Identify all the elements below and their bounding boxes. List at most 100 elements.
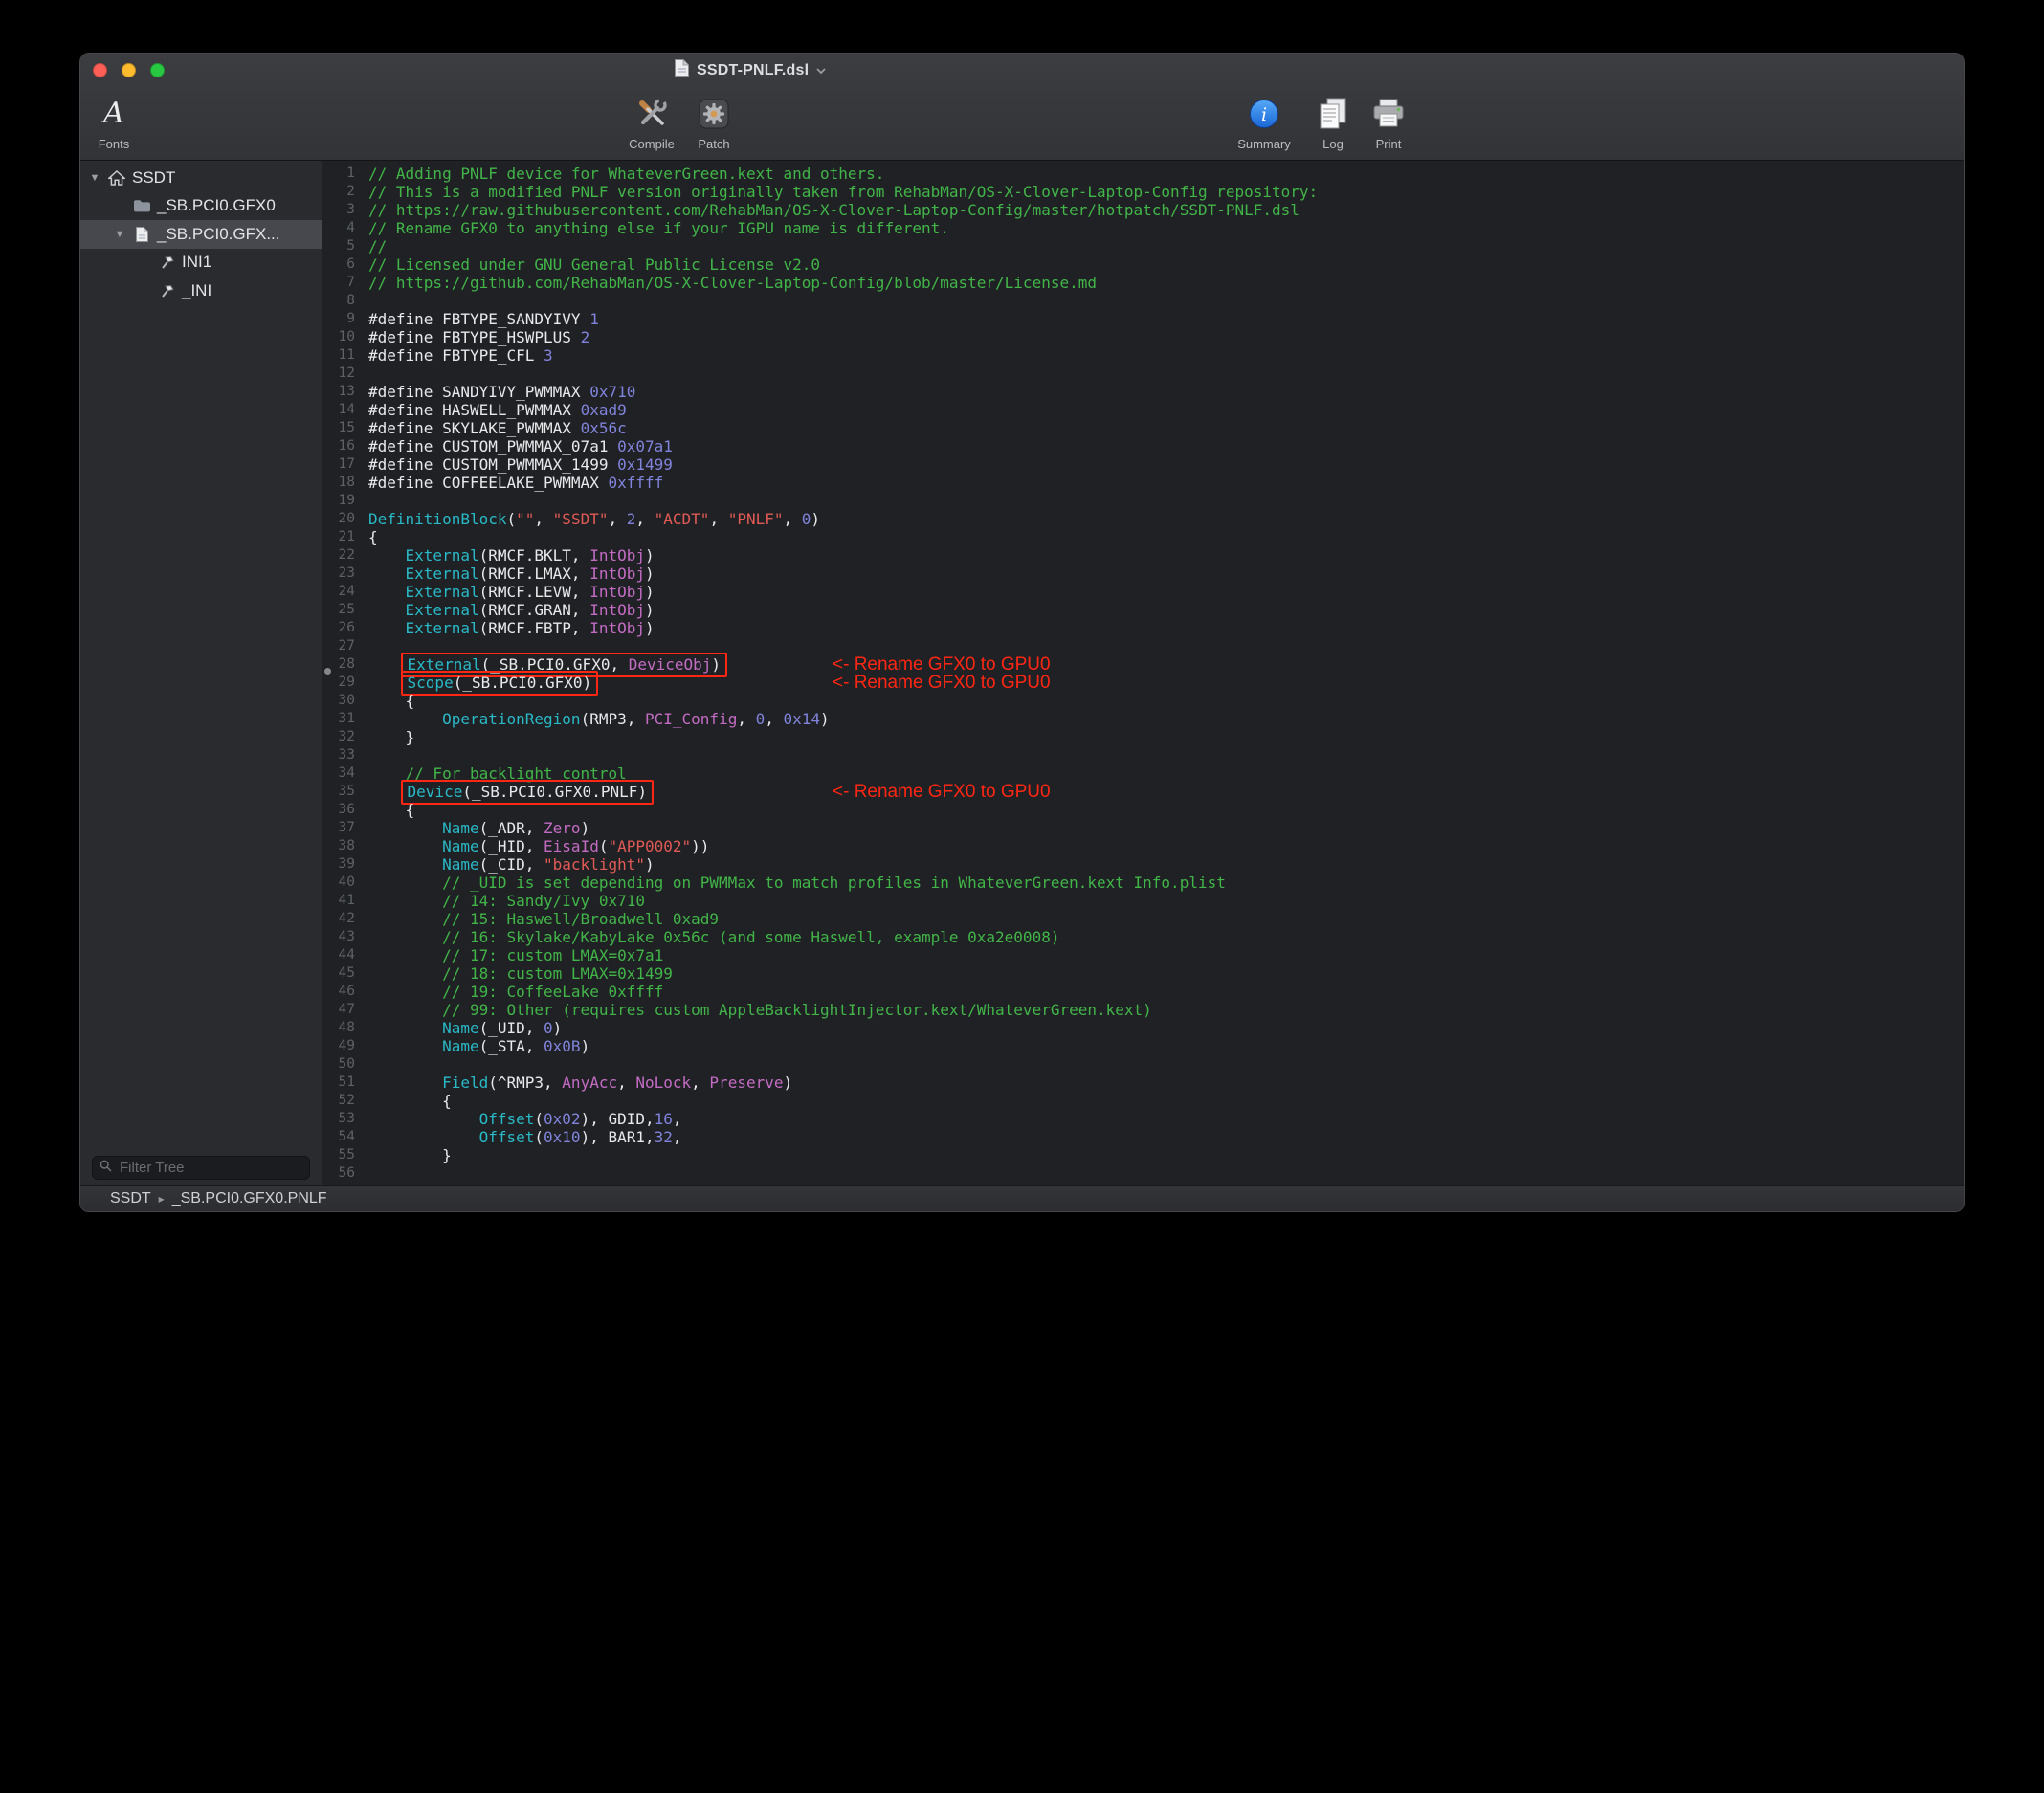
code-line[interactable]: 54 Offset(0x10), BAR1,32, [322, 1128, 1964, 1146]
line-number: 46 [322, 983, 355, 1001]
print-label: Print [1376, 137, 1402, 151]
code-line[interactable]: 31 OperationRegion(RMP3, PCI_Config, 0, … [322, 710, 1964, 728]
fonts-button[interactable]: A Fonts [80, 94, 147, 151]
code-line[interactable]: 13#define SANDYIVY_PWMMAX 0x710 [322, 383, 1964, 401]
code-line[interactable]: 8 [322, 292, 1964, 310]
code-line[interactable]: 18#define COFFEELAKE_PWMMAX 0xffff [322, 474, 1964, 492]
code-line[interactable]: 3// https://raw.githubusercontent.com/Re… [322, 201, 1964, 219]
print-button[interactable]: Print [1355, 94, 1422, 151]
tree-item-ini1[interactable]: INI1 [80, 249, 322, 277]
chevron-down-icon[interactable] [815, 62, 827, 79]
code-line[interactable]: 55 } [322, 1146, 1964, 1164]
line-number: 56 [322, 1164, 355, 1183]
code-line[interactable]: 41 // 14: Sandy/Ivy 0x710 [322, 892, 1964, 910]
tree-item-label: _SB.PCI0.GFX... [157, 225, 280, 244]
code-line[interactable]: 20DefinitionBlock("", "SSDT", 2, "ACDT",… [322, 510, 1964, 528]
code-line[interactable]: 29 Scope(_SB.PCI0.GFX0)<- Rename GFX0 to… [322, 674, 1964, 692]
compile-button[interactable]: Compile [618, 94, 685, 151]
code-line[interactable]: 53 Offset(0x02), GDID,16, [322, 1110, 1964, 1128]
code-line[interactable]: 25 External(RMCF.GRAN, IntObj) [322, 601, 1964, 619]
tree-item-ssdt[interactable]: ▼SSDT [80, 164, 322, 192]
patch-button[interactable]: Patch [680, 94, 747, 151]
code-line[interactable]: 14#define HASWELL_PWMMAX 0xad9 [322, 401, 1964, 419]
red-annotation-text: <- Rename GFX0 to GPU0 [833, 674, 1051, 692]
code-line[interactable]: 7// https://github.com/RehabMan/OS-X-Clo… [322, 274, 1964, 292]
code-line[interactable]: 38 Name(_HID, EisaId("APP0002")) [322, 837, 1964, 855]
code-line[interactable]: 17#define CUSTOM_PWMMAX_1499 0x1499 [322, 455, 1964, 474]
disclosure-triangle-icon[interactable]: ▼ [84, 172, 105, 184]
code-line[interactable]: 4// Rename GFX0 to anything else if your… [322, 219, 1964, 237]
tree-item-label: _INI [182, 281, 211, 300]
patch-icon [699, 94, 729, 134]
disclosure-triangle-icon[interactable]: ▼ [109, 229, 130, 240]
line-number: 20 [322, 510, 355, 528]
breadcrumb-separator-icon: ▸ [159, 1192, 165, 1206]
code-line[interactable]: 50 [322, 1055, 1964, 1074]
window-title-group[interactable]: SSDT-PNLF.dsl [674, 54, 827, 87]
code-line[interactable]: 36 { [322, 801, 1964, 819]
code-line[interactable]: 33 [322, 746, 1964, 764]
code-line[interactable]: 1// Adding PNLF device for WhateverGreen… [322, 165, 1964, 183]
code-line[interactable]: 39 Name(_CID, "backlight") [322, 855, 1964, 874]
code-line[interactable]: 49 Name(_STA, 0x0B) [322, 1037, 1964, 1055]
line-number: 27 [322, 637, 355, 655]
code-line[interactable]: 56 [322, 1164, 1964, 1183]
compile-label: Compile [629, 137, 675, 151]
code-line[interactable]: 2// This is a modified PNLF version orig… [322, 183, 1964, 201]
code-line[interactable]: 30 { [322, 692, 1964, 710]
zoom-button[interactable] [150, 63, 165, 77]
code-line[interactable]: 48 Name(_UID, 0) [322, 1019, 1964, 1037]
tree-item--sb-pci0-gfx0[interactable]: _SB.PCI0.GFX0 [80, 192, 322, 221]
code-line[interactable]: 26 External(RMCF.FBTP, IntObj) [322, 619, 1964, 637]
code-line[interactable]: 40 // _UID is set depending on PWMMax to… [322, 874, 1964, 892]
code-line[interactable]: 12 [322, 365, 1964, 383]
code-line[interactable]: 45 // 18: custom LMAX=0x1499 [322, 964, 1964, 983]
code-text: #define SANDYIVY_PWMMAX 0x710 [368, 383, 635, 401]
code-line[interactable]: 24 External(RMCF.LEVW, IntObj) [322, 583, 1964, 601]
code-line[interactable]: 37 Name(_ADR, Zero) [322, 819, 1964, 837]
document-proxy-icon [674, 58, 690, 82]
code-line[interactable]: 35 Device(_SB.PCI0.GFX0.PNLF)<- Rename G… [322, 783, 1964, 801]
code-line[interactable]: 52 { [322, 1092, 1964, 1110]
code-line[interactable]: 16#define CUSTOM_PWMMAX_07a1 0x07a1 [322, 437, 1964, 455]
code-line[interactable]: 51 Field(^RMP3, AnyAcc, NoLock, Preserve… [322, 1074, 1964, 1092]
code-line[interactable]: 5// [322, 237, 1964, 255]
code-line[interactable]: 10#define FBTYPE_HSWPLUS 2 [322, 328, 1964, 346]
window-title: SSDT-PNLF.dsl [697, 62, 809, 79]
code-line[interactable]: 42 // 15: Haswell/Broadwell 0xad9 [322, 910, 1964, 928]
log-label: Log [1322, 137, 1344, 151]
breadcrumb-item[interactable]: SSDT [110, 1190, 151, 1207]
code-line[interactable]: 11#define FBTYPE_CFL 3 [322, 346, 1964, 365]
code-line[interactable]: 47 // 99: Other (requires custom AppleBa… [322, 1001, 1964, 1019]
code-line[interactable]: 6// Licensed under GNU General Public Li… [322, 255, 1964, 274]
code-line[interactable]: 46 // 19: CoffeeLake 0xffff [322, 983, 1964, 1001]
filter-tree-input[interactable] [118, 1159, 312, 1177]
code-text: OperationRegion(RMP3, PCI_Config, 0, 0x1… [368, 710, 830, 728]
code-line[interactable]: 44 // 17: custom LMAX=0x7a1 [322, 946, 1964, 964]
tree-item--ini[interactable]: _INI [80, 277, 322, 305]
code-text: Name(_UID, 0) [368, 1019, 562, 1037]
line-number: 1 [322, 165, 355, 183]
code-text: // 17: custom LMAX=0x7a1 [368, 946, 663, 964]
breadcrumb-item[interactable]: _SB.PCI0.GFX0.PNLF [172, 1190, 327, 1207]
code-line[interactable]: 19 [322, 492, 1964, 510]
code-text: // [368, 237, 387, 255]
close-button[interactable] [93, 63, 107, 77]
code-line[interactable]: 15#define SKYLAKE_PWMMAX 0x56c [322, 419, 1964, 437]
code-line[interactable]: 21{ [322, 528, 1964, 546]
summary-button[interactable]: i Summary [1231, 94, 1298, 151]
code-line[interactable]: 22 External(RMCF.BKLT, IntObj) [322, 546, 1964, 564]
code-line[interactable]: 43 // 16: Skylake/KabyLake 0x56c (and so… [322, 928, 1964, 946]
sidebar: ▼SSDT_SB.PCI0.GFX0 ▼ _SB.PCI0.GFX... INI1 _I… [80, 161, 322, 1185]
minimize-button[interactable] [122, 63, 136, 77]
log-icon [1317, 94, 1349, 134]
filter-tree-field[interactable] [92, 1156, 310, 1180]
code-editor[interactable]: 1// Adding PNLF device for WhateverGreen… [322, 161, 1964, 1185]
code-line[interactable]: 9#define FBTYPE_SANDYIVY 1 [322, 310, 1964, 328]
line-number: 55 [322, 1146, 355, 1164]
tree-item--sb-pci0-gfx-[interactable]: ▼ _SB.PCI0.GFX... [80, 220, 322, 249]
titlebar[interactable]: SSDT-PNLF.dsl [80, 54, 1964, 87]
code-line[interactable]: 23 External(RMCF.LMAX, IntObj) [322, 564, 1964, 583]
line-number: 42 [322, 910, 355, 928]
code-line[interactable]: 32 } [322, 728, 1964, 746]
